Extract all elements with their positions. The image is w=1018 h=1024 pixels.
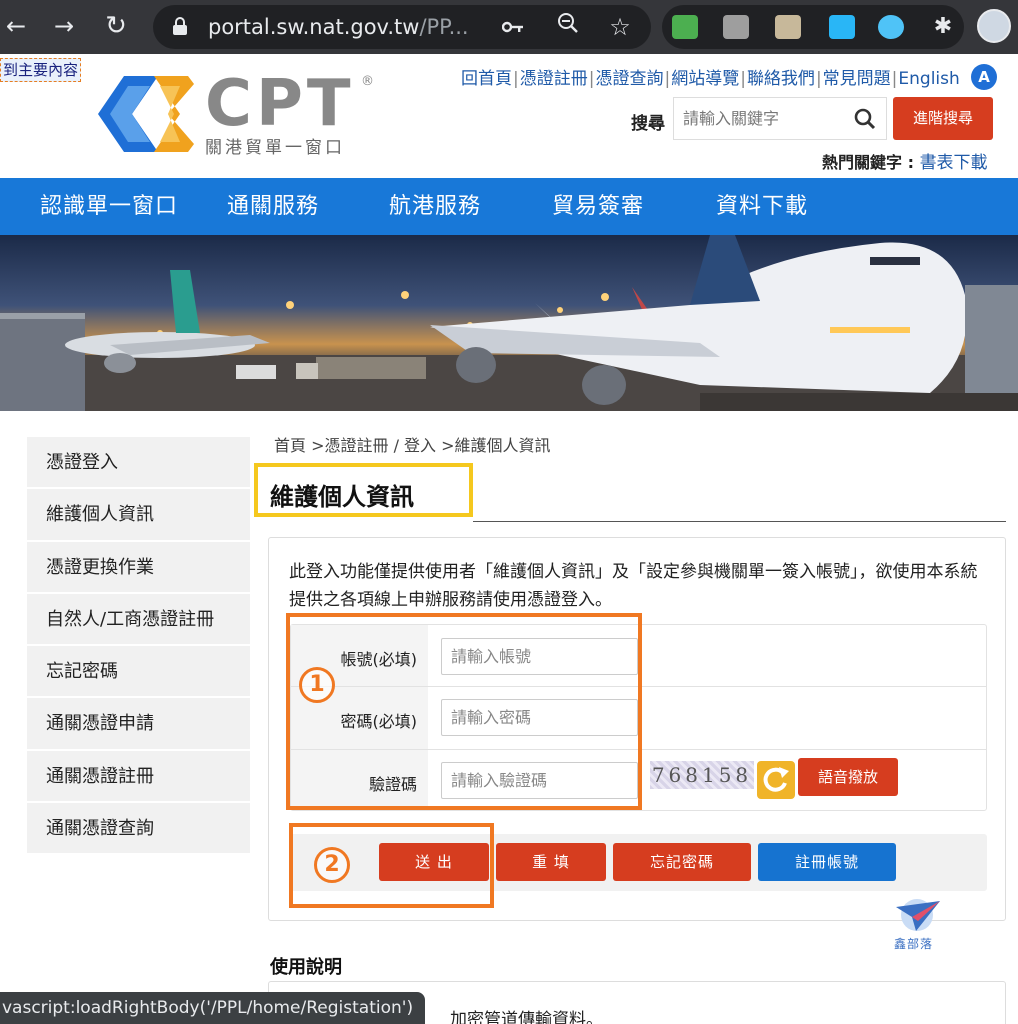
sidebar-item-customs-cert-apply[interactable]: 通關憑證申請 [27,698,250,751]
bookmark-star-icon[interactable]: ☆ [605,12,635,42]
search-icon[interactable] [854,108,876,130]
breadcrumb: 首頁 >憑證註冊 / 登入 >維護個人資訊 [274,436,551,455]
airport-banner-image [0,235,1018,411]
hot-keywords: 熱門關鍵字 : 書表下載 [822,148,988,173]
page-title: 維護個人資訊 [270,483,414,511]
sidebar-item-customs-cert-query[interactable]: 通關憑證查詢 [27,803,250,856]
captcha-image: 768158 [650,761,754,789]
extension-search-icon[interactable] [878,15,904,39]
hot-keywords-label: 熱門關鍵字 : [822,153,914,172]
annotation-box-1 [286,613,642,810]
notice-text: 此登入功能僅提供使用者「維護個人資訊」及「設定參與機關單一簽入帳號」，欲使用本系… [289,562,978,610]
registered-mark: ® [361,74,374,89]
browser-status-bar: vascript:loadRightBody('/PPL/home/Regist… [0,992,426,1024]
main-nav: 認識單一窗口 通關服務 航港服務 貿易簽審 資料下載 [0,178,1018,235]
link-english[interactable]: English [898,69,959,89]
watermark: 鑫部落 [890,897,944,953]
profile-avatar[interactable] [977,9,1011,43]
sidebar-item-cert-register[interactable]: 自然人/工商憑證註冊 [27,594,250,647]
skip-to-main-link[interactable]: 到主要內容 [0,58,82,82]
extension-code-icon[interactable] [723,15,749,39]
key-icon[interactable] [498,12,528,42]
reload-icon[interactable]: ↻ [100,10,132,42]
search-input[interactable] [674,98,844,139]
nav-port[interactable]: 航港服務 [389,178,481,235]
usage-title: 使用說明 [270,957,342,978]
refresh-captcha-icon[interactable] [757,761,795,799]
logo-wordmark: CPT [205,67,355,141]
back-arrow-icon[interactable]: ← [0,10,32,42]
usage-text: 加密管道傳輸資料。 [450,1010,603,1024]
lock-icon [173,17,187,35]
nav-customs[interactable]: 通關服務 [227,178,319,235]
title-divider [473,521,1006,522]
url-text: portal.sw.nat.gov.tw/PP... [208,15,469,39]
site-header: 到主要內容 CPT ® 關港貿單一窗口 回首頁|憑證註冊|憑證查詢|網站導覽|聯… [0,54,1018,178]
sidebar-item-cert-login[interactable]: 憑證登入 [27,437,250,490]
extension-share-icon[interactable] [829,15,855,39]
sidebar-item-customs-cert-register[interactable]: 通關憑證註冊 [27,751,250,804]
hot-keyword-link[interactable]: 書表下載 [920,153,988,173]
advanced-search-button[interactable]: 進階搜尋 [893,97,993,140]
search-box [673,97,887,140]
annotation-number-1: 1 [299,667,335,703]
forward-arrow-icon[interactable]: → [48,10,80,42]
sidebar-item-maintain-profile[interactable]: 維護個人資訊 [27,489,250,542]
forgot-password-button[interactable]: 忘記密碼 [613,843,751,881]
link-home[interactable]: 回首頁 [461,69,512,89]
link-faq[interactable]: 常見問題 [823,69,891,89]
voice-play-button[interactable]: 語音撥放 [798,758,898,796]
link-cert-query[interactable]: 憑證查詢 [595,69,663,89]
watermark-text: 鑫部落 [894,937,934,951]
cpt-logo-icon[interactable] [98,76,194,152]
extension-chart-icon[interactable] [672,15,698,39]
extension-briefcase-icon[interactable] [775,15,801,39]
annotation-number-2: 2 [314,847,350,883]
nav-download[interactable]: 資料下載 [716,178,808,235]
sidebar-menu: 憑證登入 維護個人資訊 憑證更換作業 自然人/工商憑證註冊 忘記密碼 通關憑證申… [27,437,250,856]
search-label: 搜尋 [631,114,665,134]
link-contact[interactable]: 聯絡我們 [747,69,815,89]
browser-toolbar: ← → ↻ portal.sw.nat.gov.tw/PP... ☆ ✱ [0,0,1018,54]
link-cert-register[interactable]: 憑證註冊 [520,69,588,89]
nav-trade[interactable]: 貿易簽審 [552,178,644,235]
address-bar[interactable]: portal.sw.nat.gov.tw/PP... ☆ [153,5,651,49]
top-links: 回首頁|憑證註冊|憑證查詢|網站導覽|聯絡我們|常見問題|English [461,69,960,89]
sidebar-item-forgot-password[interactable]: 忘記密碼 [27,646,250,699]
nav-about[interactable]: 認識單一窗口 [40,178,178,235]
extensions-puzzle-icon[interactable]: ✱ [930,15,956,39]
zoom-out-icon[interactable] [553,12,583,42]
link-sitemap[interactable]: 網站導覽 [671,69,739,89]
sidebar-item-cert-renewal[interactable]: 憑證更換作業 [27,542,250,594]
watermark-plane-icon [896,899,940,931]
reset-button[interactable]: 重 填 [496,843,606,881]
extensions-bar: ✱ [662,5,964,49]
logo-subtitle: 關港貿單一窗口 [205,138,345,158]
register-account-button[interactable]: 註冊帳號 [758,843,896,881]
accessibility-badge[interactable]: A [971,64,997,90]
